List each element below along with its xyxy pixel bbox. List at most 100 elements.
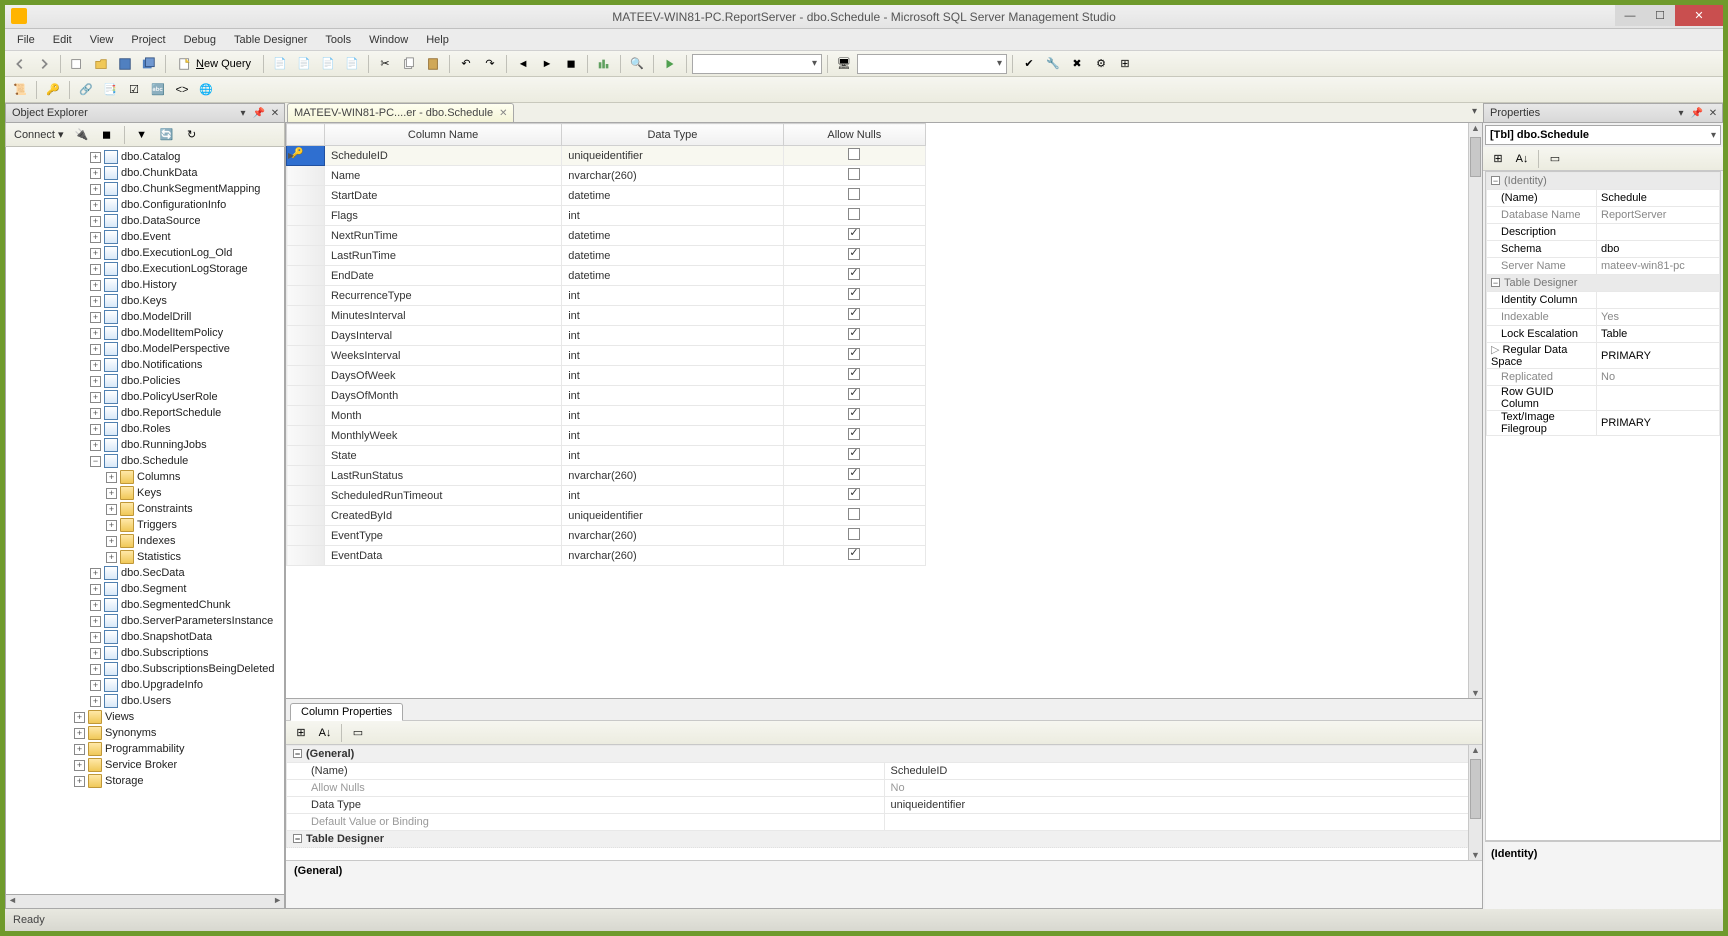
column-property-row[interactable]: Allow NullsNo xyxy=(287,780,1482,797)
property-row[interactable]: Row GUID Column xyxy=(1487,386,1720,411)
data-type-cell[interactable]: int xyxy=(562,486,783,506)
tree-item[interactable]: dbo.ModelDrill xyxy=(6,309,284,325)
tree-item[interactable]: dbo.RunningJobs xyxy=(6,437,284,453)
designer-row[interactable]: Namenvarchar(260) xyxy=(287,166,926,186)
allow-nulls-checkbox[interactable] xyxy=(848,508,860,520)
designer-row[interactable]: EndDatedatetime xyxy=(287,266,926,286)
find-icon[interactable]: 🔍 xyxy=(626,53,648,75)
data-type-cell[interactable]: datetime xyxy=(562,246,783,266)
navigate-back-icon[interactable]: ◄ xyxy=(512,53,534,75)
sync-icon[interactable]: ↻ xyxy=(181,124,203,146)
dmx-query-icon[interactable]: 📄 xyxy=(317,53,339,75)
data-type-cell[interactable]: int xyxy=(562,306,783,326)
tree-item[interactable]: dbo.Schedule xyxy=(6,453,284,469)
filter-icon[interactable]: ▼ xyxy=(131,124,153,146)
tree-item[interactable]: Storage xyxy=(6,773,284,789)
tree-item[interactable]: dbo.ChunkData xyxy=(6,165,284,181)
allow-nulls-checkbox[interactable] xyxy=(848,288,860,300)
property-pages-icon[interactable]: ▭ xyxy=(1544,148,1566,170)
close-panel-icon[interactable]: ✕ xyxy=(268,108,282,119)
designer-row[interactable]: CreatedByIduniqueidentifier xyxy=(287,506,926,526)
designer-row[interactable]: DaysOfWeekint xyxy=(287,366,926,386)
column-name-cell[interactable]: LastRunTime xyxy=(324,246,561,266)
tree-item[interactable]: Service Broker xyxy=(6,757,284,773)
spatial-icon[interactable]: 🌐 xyxy=(195,79,217,101)
open-icon[interactable] xyxy=(90,53,112,75)
disconnect-icon[interactable]: 🔌 xyxy=(71,124,93,146)
tree-item[interactable]: dbo.ChunkSegmentMapping xyxy=(6,181,284,197)
column-properties-tab[interactable]: Column Properties xyxy=(290,703,403,721)
tree-item[interactable]: dbo.Policies xyxy=(6,373,284,389)
cp-vertical-scrollbar[interactable] xyxy=(1468,745,1482,860)
tree-item[interactable]: Programmability xyxy=(6,741,284,757)
column-property-row[interactable]: Default Value or Binding xyxy=(287,814,1482,831)
fulltext-icon[interactable]: 🔤 xyxy=(147,79,169,101)
alphabetical-icon[interactable]: A↓ xyxy=(314,722,336,744)
allow-nulls-checkbox[interactable] xyxy=(848,228,860,240)
close-button[interactable]: ✕ xyxy=(1675,5,1723,26)
tree-item[interactable]: dbo.Subscriptions xyxy=(6,645,284,661)
tree-item[interactable]: Triggers xyxy=(6,517,284,533)
tree-item[interactable]: dbo.SegmentedChunk xyxy=(6,597,284,613)
property-row[interactable]: Lock EscalationTable xyxy=(1487,326,1720,343)
designer-grid[interactable]: Column Name Data Type Allow Nulls Schedu… xyxy=(286,123,926,566)
tree-item[interactable]: dbo.ReportSchedule xyxy=(6,405,284,421)
allow-nulls-checkbox[interactable] xyxy=(848,248,860,260)
column-name-cell[interactable]: DaysOfMonth xyxy=(324,386,561,406)
column-name-cell[interactable]: ScheduledRunTimeout xyxy=(324,486,561,506)
data-type-cell[interactable]: int xyxy=(562,326,783,346)
database-combo[interactable] xyxy=(857,54,1007,74)
vertical-scrollbar[interactable] xyxy=(1468,123,1482,698)
data-type-cell[interactable]: nvarchar(260) xyxy=(562,526,783,546)
tree-item[interactable]: dbo.PolicyUserRole xyxy=(6,389,284,405)
tree-item[interactable]: Synonyms xyxy=(6,725,284,741)
data-type-cell[interactable]: int xyxy=(562,386,783,406)
property-row[interactable]: ▷ Regular Data SpacePRIMARY xyxy=(1487,343,1720,369)
data-type-cell[interactable]: uniqueidentifier xyxy=(562,146,783,166)
relationships-icon[interactable]: 🔗 xyxy=(75,79,97,101)
tree-item[interactable]: dbo.Users xyxy=(6,693,284,709)
dropdown-icon[interactable]: ▾ xyxy=(1674,108,1688,119)
allow-nulls-header[interactable]: Allow Nulls xyxy=(783,124,925,146)
allow-nulls-checkbox[interactable] xyxy=(848,488,860,500)
designer-row[interactable]: MonthlyWeekint xyxy=(287,426,926,446)
col-name-header[interactable]: Column Name xyxy=(324,124,561,146)
column-name-cell[interactable]: DaysInterval xyxy=(324,326,561,346)
navigate-fwd-icon[interactable]: ► xyxy=(536,53,558,75)
menu-view[interactable]: View xyxy=(82,32,122,48)
alphabetical-icon[interactable]: A↓ xyxy=(1511,148,1533,170)
designer-row[interactable]: Flagsint xyxy=(287,206,926,226)
designer-row[interactable]: EventTypenvarchar(260) xyxy=(287,526,926,546)
tree-item[interactable]: dbo.ModelPerspective xyxy=(6,341,284,357)
categorized-icon[interactable]: ⊞ xyxy=(1487,148,1509,170)
menu-window[interactable]: Window xyxy=(361,32,416,48)
properties-object-combo[interactable]: [Tbl] dbo.Schedule xyxy=(1485,125,1721,145)
start-icon[interactable] xyxy=(659,53,681,75)
property-row[interactable]: (Name)Schedule xyxy=(1487,190,1720,207)
allow-nulls-checkbox[interactable] xyxy=(848,468,860,480)
allow-nulls-checkbox[interactable] xyxy=(848,308,860,320)
data-type-cell[interactable]: int xyxy=(562,286,783,306)
column-name-cell[interactable]: RecurrenceType xyxy=(324,286,561,306)
tree-item[interactable]: Views xyxy=(6,709,284,725)
tree-item[interactable]: dbo.ConfigurationInfo xyxy=(6,197,284,213)
pin-icon[interactable]: 📌 xyxy=(1690,108,1704,119)
designer-row[interactable]: ScheduleIDuniqueidentifier xyxy=(287,146,926,166)
column-name-cell[interactable]: EventData xyxy=(324,546,561,566)
minimize-button[interactable]: — xyxy=(1615,5,1645,26)
column-name-cell[interactable]: Name xyxy=(324,166,561,186)
stop-icon[interactable]: ◼ xyxy=(96,124,118,146)
object-explorer-tree[interactable]: dbo.Catalogdbo.ChunkDatadbo.ChunkSegment… xyxy=(5,147,285,895)
data-type-cell[interactable]: int xyxy=(562,426,783,446)
tree-item[interactable]: dbo.SubscriptionsBeingDeleted xyxy=(6,661,284,677)
menu-debug[interactable]: Debug xyxy=(176,32,224,48)
redo-icon[interactable]: ↷ xyxy=(479,53,501,75)
tree-item[interactable]: dbo.DataSource xyxy=(6,213,284,229)
tree-item[interactable]: Columns xyxy=(6,469,284,485)
allow-nulls-checkbox[interactable] xyxy=(848,448,860,460)
db-engine-query-icon[interactable]: 📄 xyxy=(269,53,291,75)
column-name-cell[interactable]: Month xyxy=(324,406,561,426)
property-row[interactable]: Server Namemateev-win81-pc xyxy=(1487,258,1720,275)
menu-project[interactable]: Project xyxy=(123,32,173,48)
designer-row[interactable]: ScheduledRunTimeoutint xyxy=(287,486,926,506)
